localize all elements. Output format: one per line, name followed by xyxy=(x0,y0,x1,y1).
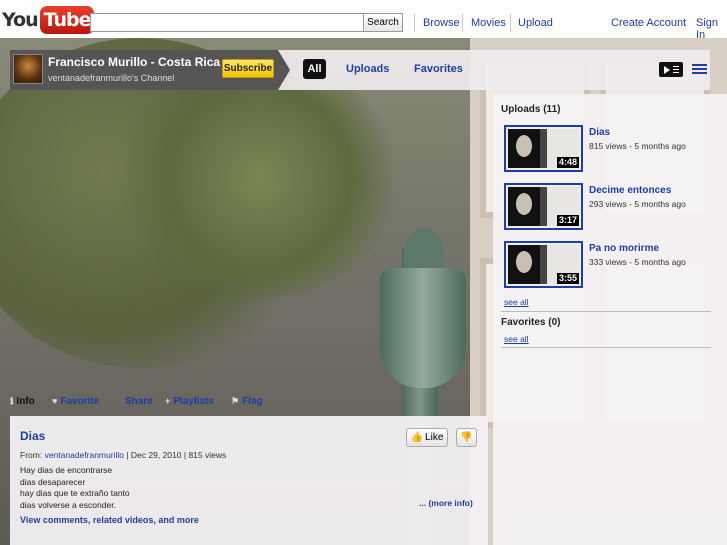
plus-icon: + xyxy=(165,396,171,406)
flag-icon: ⚑ xyxy=(231,396,240,406)
video-title[interactable]: Dias xyxy=(20,429,45,443)
nav-divider xyxy=(462,14,463,32)
channel-info-box: Francisco Murillo - Costa Rica ventanade… xyxy=(10,50,290,90)
description-line: Hay dias de encontrarse xyxy=(20,465,113,475)
panel-divider xyxy=(501,347,711,348)
tab-uploads[interactable]: Uploads xyxy=(346,63,389,75)
video-info-tabs: ℹ Info ♥ Favorite Share + Playlists ⚑ Flag xyxy=(10,396,490,414)
tab-share-label: Share xyxy=(125,396,153,407)
like-label: Like xyxy=(425,432,444,443)
channel-bar: Francisco Murillo - Costa Rica ventanade… xyxy=(10,50,710,90)
top-header: You Tube Search Browse Movies Upload Cre… xyxy=(0,0,727,41)
upload-video-item[interactable]: 4:48 Dias 815 views - 5 months ago xyxy=(504,125,724,175)
channel-avatar[interactable] xyxy=(13,54,43,84)
tab-flag-label: Flag xyxy=(242,396,263,407)
description-line: dias desaparecer xyxy=(20,476,86,487)
more-info-link[interactable]: ... (more info) xyxy=(419,498,473,508)
video-meta: 815 views - 5 months ago xyxy=(589,141,686,151)
uploads-heading: Uploads (11) xyxy=(501,104,561,115)
tab-playlists[interactable]: + Playlists xyxy=(165,396,214,407)
channel-subtitle: ventanadefranmurillo's Channel xyxy=(48,73,175,83)
view-count: 815 views xyxy=(188,450,227,460)
nav-upload[interactable]: Upload xyxy=(518,17,553,29)
tab-favorite-label: Favorite xyxy=(60,396,100,407)
video-duration: 3:55 xyxy=(556,273,579,284)
tab-all[interactable]: All xyxy=(303,59,326,79)
tab-info-label: Info xyxy=(16,396,35,407)
channel-name[interactable]: Francisco Murillo - Costa Rica xyxy=(48,55,220,69)
youtube-logo[interactable]: You Tube xyxy=(2,6,95,34)
thumbs-down-icon: 👎 xyxy=(460,432,473,443)
video-meta: 333 views - 5 months ago xyxy=(589,257,686,267)
search-button[interactable]: Search xyxy=(363,13,403,32)
upload-video-item[interactable]: 3:17 Decime entonces 293 views - 5 month… xyxy=(504,183,724,233)
thumbs-up-icon: 👍 xyxy=(410,432,424,443)
search-input[interactable] xyxy=(90,13,364,32)
description-line: dias volverse a esconder. xyxy=(20,499,116,510)
video-meta: 293 views - 5 months ago xyxy=(589,199,686,209)
video-duration: 4:48 xyxy=(556,157,579,168)
favorites-heading: Favorites (0) xyxy=(501,317,561,328)
logo-tube-text: Tube xyxy=(39,6,95,34)
tab-favorite[interactable]: ♥ Favorite xyxy=(52,396,99,407)
tab-favorites[interactable]: Favorites xyxy=(414,63,463,75)
grid-view-icon[interactable] xyxy=(692,64,707,75)
nav-browse[interactable]: Browse xyxy=(423,17,460,29)
logo-you-text: You xyxy=(2,9,39,31)
video-title-link[interactable]: Decime entonces xyxy=(589,185,671,196)
tab-playlists-label: Playlists xyxy=(173,396,214,407)
nav-divider xyxy=(510,14,511,32)
video-thumbnail[interactable]: 3:17 xyxy=(504,183,583,230)
uploads-panel: Uploads (11) 4:48 Dias 815 views - 5 mon… xyxy=(493,94,727,545)
video-meta-line: From: ventanadefranmurillo | Dec 29, 201… xyxy=(20,450,226,460)
video-duration: 3:17 xyxy=(556,215,579,226)
video-title-link[interactable]: Pa no morirme xyxy=(589,243,659,254)
video-description: Hay dias de encontrarse dias desaparecer… xyxy=(20,465,130,511)
create-account-link[interactable]: Create Account xyxy=(611,17,686,29)
upload-video-item[interactable]: 3:55 Pa no morirme 333 views - 5 months … xyxy=(504,241,724,291)
upload-date: Dec 29, 2010 xyxy=(130,450,182,460)
like-button[interactable]: 👍 Like xyxy=(406,428,448,447)
nav-movies[interactable]: Movies xyxy=(471,17,506,29)
author-link[interactable]: ventanadefranmurillo xyxy=(45,450,124,460)
uploads-see-all-link[interactable]: see all xyxy=(504,297,529,307)
dislike-button[interactable]: 👎 xyxy=(456,428,477,447)
heart-icon: ♥ xyxy=(52,396,58,406)
from-label: From: xyxy=(20,450,43,460)
favorites-see-all-link[interactable]: see all xyxy=(504,334,529,344)
view-comments-link[interactable]: View comments, related videos, and more xyxy=(20,515,199,525)
nav-divider xyxy=(414,14,415,32)
video-info-panel: Dias 👍 Like 👎 From: ventanadefranmurillo … xyxy=(10,416,488,545)
video-thumbnail[interactable]: 4:48 xyxy=(504,125,583,172)
info-icon: ℹ xyxy=(10,396,14,406)
description-line: hay dias que te extraño tanto xyxy=(20,488,130,498)
subscribe-button[interactable]: Subscribe xyxy=(222,59,274,78)
video-title-link[interactable]: Dias xyxy=(589,127,610,138)
tab-share[interactable]: Share xyxy=(125,396,153,407)
panel-divider xyxy=(501,311,711,312)
tab-flag[interactable]: ⚑ Flag xyxy=(231,396,263,407)
tab-info[interactable]: ℹ Info xyxy=(10,396,35,407)
video-thumbnail[interactable]: 3:55 xyxy=(504,241,583,288)
sign-in-link[interactable]: Sign In xyxy=(696,17,727,41)
player-view-icon[interactable] xyxy=(659,62,683,77)
